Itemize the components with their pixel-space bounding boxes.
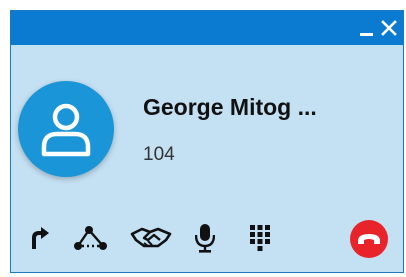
user-icon <box>41 103 91 157</box>
transfer-button[interactable] <box>23 218 55 258</box>
dialpad-button[interactable] <box>245 218 275 258</box>
hangup-phone-icon <box>358 234 380 244</box>
handshake-button[interactable] <box>129 218 173 258</box>
contact-extension: 104 <box>143 144 175 165</box>
title-bar[interactable] <box>11 11 403 45</box>
close-button[interactable] <box>378 11 400 45</box>
conference-button[interactable] <box>71 218 111 258</box>
dialpad-icon <box>250 225 270 251</box>
conference-nodes-icon <box>74 226 107 250</box>
hangup-button[interactable] <box>350 220 388 258</box>
transfer-arrow-icon <box>32 227 49 249</box>
microphone-icon <box>195 224 215 253</box>
handshake-icon <box>130 227 172 248</box>
call-window: George Mitog ... 104 <box>10 10 404 273</box>
close-icon <box>381 20 397 36</box>
avatar <box>18 81 114 177</box>
minimize-button[interactable] <box>356 11 378 45</box>
contact-name: George Mitog ... <box>143 94 317 120</box>
minimize-icon <box>360 33 373 36</box>
mute-button[interactable] <box>190 218 220 258</box>
